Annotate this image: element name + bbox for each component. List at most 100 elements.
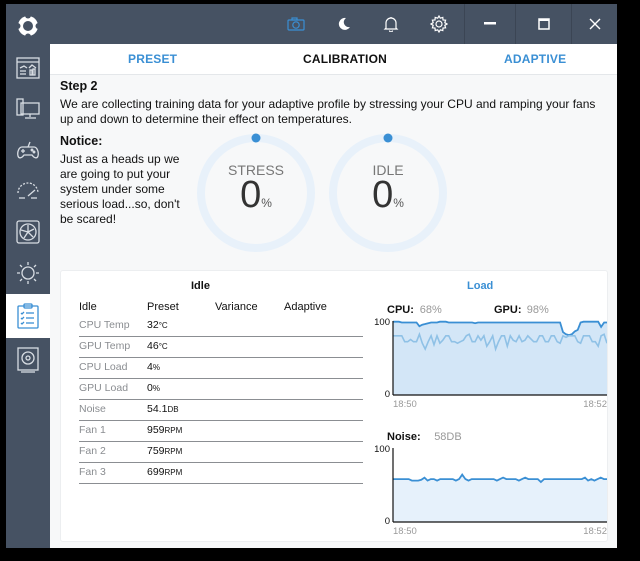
dashboard-icon [16,57,40,79]
x-tick-label: 18:50 [393,399,417,410]
tab-adaptive[interactable]: ADAPTIVE [504,52,566,66]
noise-area [393,474,607,522]
row-value: 699RPM [147,466,182,478]
row-value: 4% [147,361,160,373]
night-mode-button[interactable] [326,4,362,44]
row-label: CPU Temp [79,319,130,331]
table-row: GPU Load 0% [79,378,363,400]
idle-progress-marker [383,133,393,143]
sidebar-item-dashboard[interactable] [6,48,50,88]
row-label: Fan 1 [79,424,106,436]
sidebar [6,4,50,548]
tab-preset[interactable]: PRESET [128,52,177,66]
main-panel: PRESET CALIBRATION ADAPTIVE Step 2 We ar… [50,44,617,548]
table-row: Noise 54.1DB [79,399,363,421]
table-row: CPU Temp 32°C [79,315,363,337]
row-value-unit: DB [167,405,179,414]
row-value-number: 759 [147,445,165,457]
row-value: 32°C [147,319,168,331]
row-value-unit: RPM [164,468,183,477]
y-tick-label: 100 [374,444,390,455]
fan-icon [16,220,40,244]
charts: CPU: 68% GPU: 98%100018:50 18:52Noise: 58DB10… [374,304,607,537]
row-value-number: 959 [147,424,165,436]
x-tick-label: 18:52 [583,526,607,537]
maximize-button[interactable] [516,4,571,44]
header-preset: Preset [147,301,179,313]
row-value-unit: °C [158,342,168,351]
gauge-icon [17,182,39,199]
legend-label: CPU: [387,304,414,316]
speaker-icon [17,347,39,373]
step-title: Step 2 [60,79,98,93]
row-label: Noise [79,403,106,415]
legend-value: 68% [420,304,442,316]
table-row: GPU Temp 46°C [79,336,363,358]
row-value: 0% [147,382,160,394]
row-value-number: 699 [147,466,165,478]
y-tick-label: 0 [385,389,390,400]
sidebar-item-gaming[interactable] [6,130,50,170]
header-adaptive: Adaptive [284,301,327,313]
settings-button[interactable] [421,4,457,44]
sidebar-item-fan[interactable] [6,212,50,252]
stats-panel: Idle Idle Preset Variance Adaptive CPU T… [60,270,608,542]
logo-icon [14,12,42,40]
stress-value: 0 [240,174,262,216]
sidebar-item-system[interactable] [6,89,50,129]
maximize-icon [537,18,550,30]
idle-progress-ring: IDLE 0% [327,132,449,254]
idle-unit: % [393,196,404,210]
row-value-unit: RPM [164,447,183,456]
legend-label: GPU: [494,304,522,316]
row-value: 54.1DB [147,403,179,415]
table-row: Fan 3 699RPM [79,462,363,484]
row-value-number: 54.1 [147,403,168,415]
row-value: 759RPM [147,445,182,457]
table-row: Fan 1 959RPM [79,420,363,442]
minimize-button[interactable] [465,4,515,44]
header-variance: Variance [215,301,258,313]
monitor-icon [16,98,40,119]
row-value-unit: % [152,384,160,393]
chart-0: CPU: 68% GPU: 98% 100 018:50 18:52 [374,304,607,410]
notice-title: Notice: [60,134,103,148]
titlebar [50,4,617,44]
clipboard-icon [17,303,39,329]
row-label: GPU Load [79,382,129,394]
close-button[interactable] [572,4,617,44]
step-description: We are collecting training data for your… [60,97,596,126]
logo[interactable] [6,6,50,46]
bell-icon [383,17,399,32]
sidebar-item-performance[interactable] [6,171,50,211]
table-row: Fan 2 759RPM [79,441,363,463]
minimize-icon [484,22,496,25]
idle-value: 0 [372,174,394,216]
gamepad-icon [17,141,39,159]
row-label: Fan 3 [79,466,106,478]
row-value: 959RPM [147,424,182,436]
table-row: CPU Load 4% [79,357,363,379]
sidebar-item-audio[interactable] [6,340,50,380]
row-value-unit: % [152,363,160,372]
table-title: Idle [191,280,210,292]
legend-value: 98% [527,304,549,316]
sidebar-item-calibration[interactable] [6,294,50,338]
row-value-unit: RPM [164,426,183,435]
sidebar-item-lighting[interactable] [6,253,50,293]
chart-1: Noise: 58DB 100 018:50 18:52 [374,431,607,537]
gear-icon [430,15,448,33]
moon-icon [338,17,350,30]
legend-value: 58DB [434,431,462,443]
row-label: CPU Load [79,361,128,373]
tab-calibration[interactable]: CALIBRATION [303,52,387,66]
row-value-number: 46 [147,340,159,352]
close-icon [589,18,600,30]
x-tick-label: 18:50 [393,526,417,537]
notifications-button[interactable] [373,4,409,44]
row-value-unit: °C [158,321,168,330]
row-label: Fan 2 [79,445,106,457]
camera-icon [287,17,305,31]
camera-button[interactable] [278,4,314,44]
x-tick-label: 18:52 [583,399,607,410]
